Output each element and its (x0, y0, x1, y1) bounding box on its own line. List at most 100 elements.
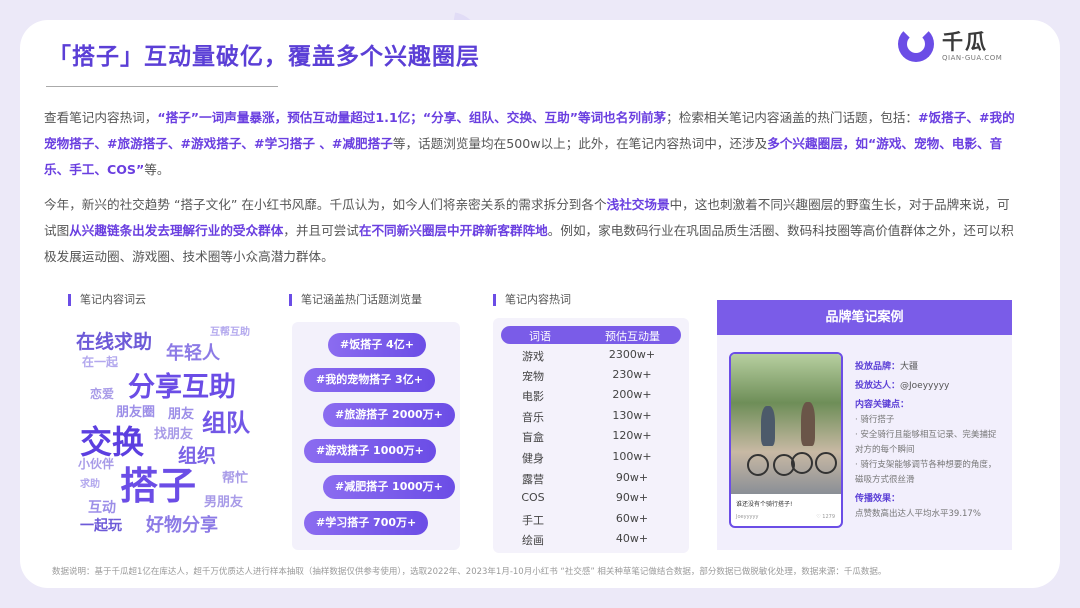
table-row: 宠物 230w+ (501, 368, 681, 388)
table-row: 音乐 130w+ (501, 409, 681, 429)
highlight: 从兴趣链条出发去理解行业的受众群体 (69, 223, 284, 238)
case-brand-value: 大疆 (900, 362, 919, 372)
title-divider (46, 86, 278, 87)
word-cloud-word: 分享互助 (128, 372, 236, 403)
note-caption: 谁还没有个骑行搭子! (736, 501, 793, 508)
word-cloud-word: 一起玩 (80, 518, 122, 534)
topic-tag: #减肥搭子 1000万+ (323, 475, 455, 499)
word-cloud-word: 朋友 (168, 407, 195, 422)
word-cloud-word: 求助 (80, 479, 100, 490)
table-row: 盲盒 120w+ (501, 429, 681, 449)
highlight: “搭子”一词声量暴涨，预估互动量超过1.1亿；“分享、组队、交换、互助”等词也名… (157, 110, 667, 125)
word-cloud-word: 找朋友 (154, 427, 194, 442)
note-preview-card[interactable]: 谁还没有个骑行搭子! Joeyyyyy ♡ 1279 (729, 352, 843, 528)
word-cloud-word: 在一起 (82, 355, 119, 369)
word-cloud-word: 互动 (88, 500, 116, 516)
bike-wheel (747, 454, 769, 476)
highlight: 浅社交场景 (606, 197, 670, 212)
case-kol-label: 投放达人： (855, 381, 901, 391)
case-brand-row: 投放品牌：大疆 (855, 360, 1003, 375)
word-cloud-word: 年轻人 (166, 343, 220, 364)
topic-tag: #学习搭子 700万+ (304, 511, 429, 535)
case-keys-label: 内容关键点： (855, 400, 910, 410)
text: ；检索相关笔记内容涵盖的热门话题，包括： (666, 110, 919, 125)
table-header: 词语 预估互动量 (501, 326, 681, 344)
cyclist-figure (801, 402, 815, 446)
case-key-point: · 骑行支架能够调节各种想要的角度，磁吸方式很丝滑 (855, 460, 997, 485)
word-cloud-word: 小伙伴 (78, 457, 115, 471)
word-cloud-word: 恋爱 (90, 387, 115, 401)
table-cell: 2300w+ (608, 348, 656, 361)
paragraph-insight: 今年，新兴的社交趋势 “搭子文化” 在小红书风靡。千瓜认为，如今人们将亲密关系的… (44, 192, 1018, 270)
brand-logo: 千瓜 QIAN-GUA.COM (898, 24, 1018, 68)
brand-domain: QIAN-GUA.COM (942, 54, 1003, 62)
paragraph-hotwords: 查看笔记内容热词，“搭子”一词声量暴涨，预估互动量超过1.1亿；“分享、组队、交… (44, 105, 1018, 183)
text: 等，话题浏览量均在500w以上；此外，在笔记内容热词中，还涉及 (392, 136, 768, 151)
qiangua-logo-icon (898, 26, 934, 62)
table-cell: 游戏 (522, 350, 544, 363)
table-row: 电影 200w+ (501, 388, 681, 408)
case-kol-value: @Joeyyyyy (900, 381, 950, 391)
table-row: COS 90w+ (501, 491, 681, 511)
table-cell: 电影 (522, 390, 544, 403)
table-cell: 90w+ (615, 491, 649, 504)
text: 查看笔记内容热词， (44, 110, 158, 125)
case-kol-row: 投放达人：@Joeyyyyy (855, 379, 1003, 394)
word-cloud-word: 搭子 (120, 464, 197, 508)
brand-name: 千瓜 (942, 30, 988, 54)
word-cloud: 在线求助 年轻人 在一起 互帮互助 分享互助 恋爱 朋友圈 朋友 组队 交换 找… (50, 315, 280, 555)
bike-wheel (815, 452, 837, 474)
data-source-note: 数据说明：基于千瓜超1亿在库达人，超千万优质达人进行样本抽取（抽样数据仅供参考使… (52, 567, 887, 577)
section-label-wordcloud: 笔记内容词云 (68, 294, 146, 306)
table-row: 露营 90w+ (501, 471, 681, 491)
case-key-point: · 安全骑行且能够相互记录、完美捕捉对方的每个瞬间 (855, 430, 997, 455)
table-cell: COS (521, 491, 545, 504)
word-cloud-word: 好物分享 (146, 515, 218, 536)
text: 等。 (144, 162, 170, 177)
note-cover-image (731, 354, 841, 494)
table-row: 绘画 40w+ (501, 532, 681, 552)
case-effect-value: 点赞数高出达人平均水平39.17% (855, 509, 981, 519)
hotword-table: 词语 预估互动量 游戏 2300w+ 宠物 230w+ 电影 200w+ 音乐 130w… (493, 318, 689, 553)
table-cell: 健身 (522, 452, 544, 465)
table-cell: 音乐 (522, 411, 544, 424)
table-row: 健身 100w+ (501, 450, 681, 470)
note-likes: ♡ 1279 (816, 514, 835, 520)
word-cloud-word: 互帮互助 (210, 327, 250, 338)
word-cloud-word: 组队 (202, 409, 250, 437)
table-cell: 绘画 (522, 534, 544, 547)
table-cell: 100w+ (612, 450, 652, 463)
word-cloud-word: 男朋友 (204, 495, 244, 510)
text: 今年，新兴的社交趋势 “搭子文化” 在小红书风靡。千瓜认为，如今人们将亲密关系的… (44, 197, 607, 212)
case-brand-label: 投放品牌： (855, 362, 901, 372)
table-cell: 130w+ (612, 409, 652, 422)
table-row: 游戏 2300w+ (501, 348, 681, 368)
topic-tag: #旅游搭子 2000万+ (323, 403, 455, 427)
table-cell: 宠物 (522, 370, 544, 383)
table-cell: 盲盒 (522, 431, 544, 444)
bike-wheel (791, 452, 813, 474)
column-header: 词语 (529, 330, 551, 343)
case-key-point: · 骑行搭子 (855, 415, 895, 425)
brand-case-panel: 品牌笔记案例 谁还没有个骑行搭子! Joeyyyyy ♡ 1279 投放品牌：大… (717, 300, 1012, 550)
case-details: 投放品牌：大疆 投放达人：@Joeyyyyy 内容关键点： · 骑行搭子 · 安… (855, 360, 1003, 522)
table-cell: 200w+ (612, 388, 652, 401)
word-cloud-word: 在线求助 (76, 331, 153, 353)
table-cell: 露营 (522, 473, 544, 486)
section-label-topics: 笔记涵盖热门话题浏览量 (289, 294, 422, 306)
topic-tag: #游戏搭子 1000万+ (304, 439, 436, 463)
table-row: 手工 60w+ (501, 512, 681, 532)
column-header: 预估互动量 (605, 330, 660, 343)
table-cell: 40w+ (615, 532, 649, 545)
section-label-hotwords: 笔记内容热词 (493, 294, 571, 306)
cyclist-figure (761, 406, 775, 446)
table-cell: 手工 (522, 514, 544, 527)
table-cell: 230w+ (612, 368, 652, 381)
table-cell: 60w+ (615, 512, 649, 525)
text: ，并且可尝试 (283, 223, 359, 238)
highlight: 在不同新兴圈层中开辟新客群阵地 (358, 223, 548, 238)
brand-case-title: 品牌笔记案例 (717, 300, 1012, 335)
topic-tag: #饭搭子 4亿+ (328, 333, 426, 357)
topic-tag: #我的宠物搭子 3亿+ (304, 368, 435, 392)
case-effect-label: 传播效果： (855, 494, 901, 504)
